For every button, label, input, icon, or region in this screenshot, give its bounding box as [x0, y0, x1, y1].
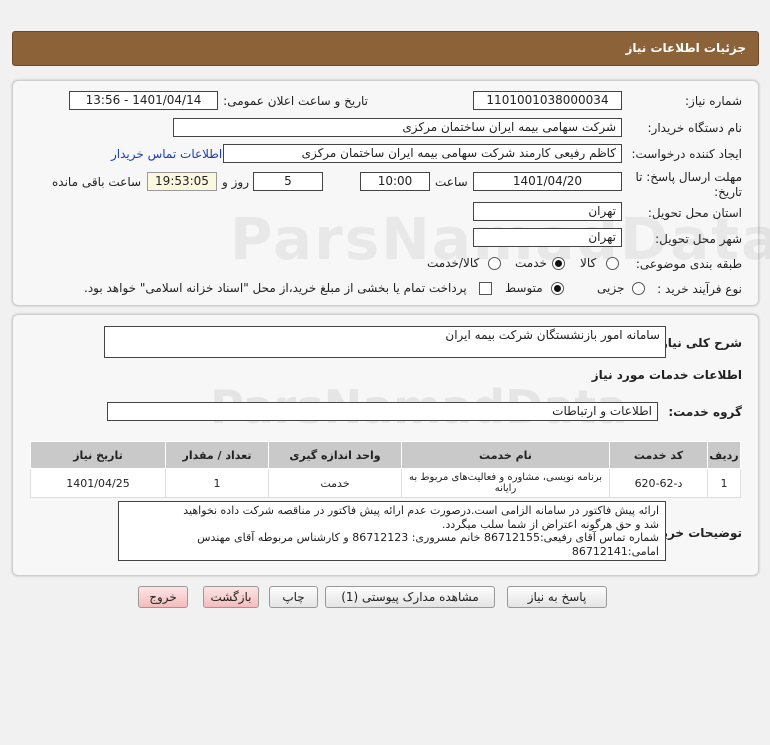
remaining-time-field: 19:53:05 — [147, 172, 217, 191]
cell-unit: خدمت — [268, 468, 402, 498]
deadline-label-date: تاریخ: — [714, 185, 742, 199]
deadline-time-label: ساعت — [435, 175, 468, 189]
treasury-payment-text: پرداخت تمام یا بخشی از مبلغ خرید،از محل … — [84, 281, 467, 295]
buyer-org-field: شرکت سهامی بیمه ایران ساختمان مرکزی — [173, 118, 622, 137]
deadline-date-field: 1401/04/20 — [473, 172, 622, 191]
process-option-minor: جزیی — [597, 281, 625, 295]
summary-field: سامانه امور بازنشستگان شرکت بیمه ایران — [104, 326, 666, 358]
header-bar: جزئیات اطلاعات نیاز — [12, 31, 759, 66]
notes-line: امامی:86712141 — [571, 544, 659, 558]
process-radio-medium[interactable] — [551, 282, 564, 295]
city-field: تهران — [473, 228, 622, 247]
cell-service-code: د-62-620 — [609, 468, 708, 498]
process-label: نوع فرآیند خرید : — [657, 282, 742, 296]
creator-field: کاظم رفیعی کارمند شرکت سهامی بیمه ایران … — [223, 144, 622, 163]
notes-line: شماره تماس آقای رفیعی:86712155 خانم مسرو… — [197, 531, 659, 544]
col-date-header: تاریخ نیاز — [30, 441, 166, 469]
province-label: استان محل تحویل: — [647, 206, 742, 220]
notes-line: ارائه پیش فاکتور در سامانه الزامی است.در… — [183, 504, 659, 517]
buyer-org-label: نام دستگاه خریدار: — [647, 121, 743, 135]
category-radio-goods[interactable] — [606, 257, 619, 270]
cell-row-number: 1 — [707, 468, 741, 498]
need-number-label: شماره نیاز: — [685, 94, 742, 108]
back-button[interactable]: بازگشت — [203, 586, 259, 608]
col-qty-header: تعداد / مقدار — [165, 441, 269, 469]
need-number-field: 1101001038000034 — [473, 91, 622, 110]
table-header-row: ردیف کد خدمت نام خدمت واحد اندازه گیری ت… — [30, 441, 741, 469]
treasury-checkbox[interactable] — [479, 282, 492, 295]
deadline-label: مهلت ارسال پاسخ: تا — [635, 170, 742, 184]
category-option-both: کالا/خدمت — [427, 256, 480, 270]
province-field: تهران — [473, 202, 622, 221]
contact-buyer-link[interactable]: اطلاعات تماس خریدار — [111, 147, 222, 161]
days-label: روز و — [222, 175, 249, 189]
category-option-goods: کالا — [580, 256, 597, 270]
city-label: شهر محل تحویل: — [655, 232, 742, 246]
view-attachments-button[interactable]: مشاهده مدارک پیوستی (1) — [325, 586, 495, 608]
col-row-header: ردیف — [707, 441, 741, 469]
cell-need-date: 1401/04/25 — [30, 468, 166, 498]
creator-label: ایجاد کننده درخواست: — [631, 147, 742, 161]
announce-label: تاریخ و ساعت اعلان عمومی: — [223, 94, 368, 108]
notes-line: شد و حق هرگونه اعتراض از شما سلب میگردد. — [442, 517, 659, 531]
col-code-header: کد خدمت — [609, 441, 708, 469]
service-group-field: اطلاعات و ارتباطات — [107, 402, 658, 421]
cell-service-name: برنامه نویسی، مشاوره و فعالیت‌های مربوط … — [401, 468, 610, 498]
category-radio-service[interactable] — [552, 257, 565, 270]
process-radio-minor[interactable] — [632, 282, 645, 295]
buyer-notes-box: ارائه پیش فاکتور در سامانه الزامی است.در… — [118, 501, 666, 561]
remaining-label: ساعت باقی مانده — [52, 175, 142, 189]
category-radio-both[interactable] — [488, 257, 501, 270]
exit-button[interactable]: خروج — [138, 586, 188, 608]
page-title: جزئیات اطلاعات نیاز — [625, 41, 746, 55]
table-row: 1 د-62-620 برنامه نویسی، مشاوره و فعالیت… — [30, 468, 741, 498]
days-field: 5 — [253, 172, 323, 191]
print-button[interactable]: چاپ — [269, 586, 318, 608]
category-option-service: خدمت — [515, 256, 547, 270]
col-name-header: نام خدمت — [401, 441, 610, 469]
services-table: ردیف کد خدمت نام خدمت واحد اندازه گیری ت… — [30, 441, 741, 498]
category-label: طبقه بندی موضوعی: — [635, 257, 742, 271]
cell-quantity: 1 — [165, 468, 269, 498]
summary-label: شرح کلی نیاز: — [656, 336, 742, 350]
process-option-medium: متوسط — [505, 281, 543, 295]
service-group-label: گروه خدمت: — [668, 405, 742, 419]
deadline-time-field: 10:00 — [360, 172, 430, 191]
announce-field: 1401/04/14 - 13:56 — [69, 91, 218, 110]
services-title: اطلاعات خدمات مورد نیاز — [591, 368, 742, 382]
col-unit-header: واحد اندازه گیری — [268, 441, 402, 469]
reply-button[interactable]: پاسخ به نیاز — [507, 586, 607, 608]
